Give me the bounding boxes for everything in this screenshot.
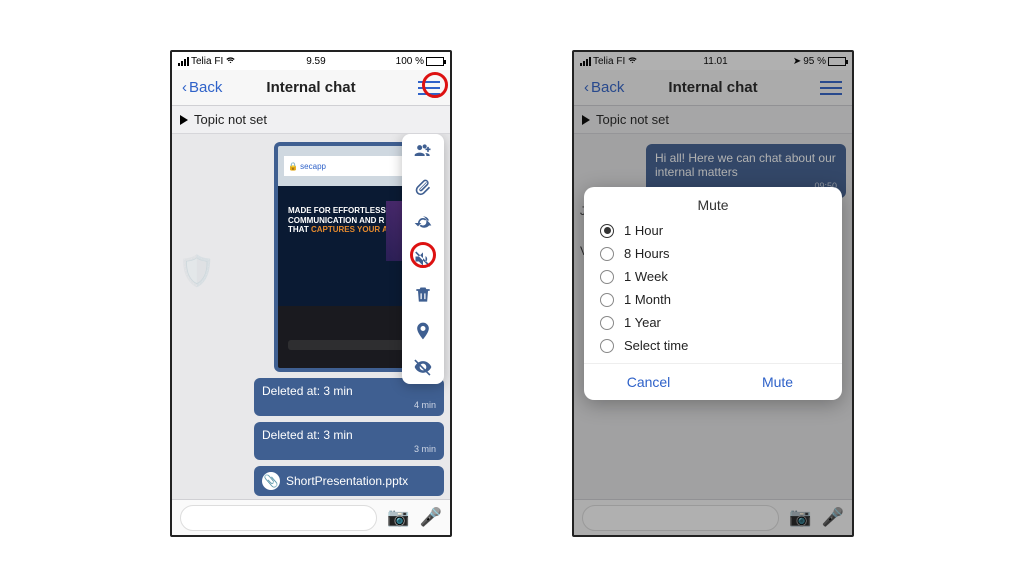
battery-text: 100 %: [396, 56, 424, 67]
topic-bar[interactable]: Topic not set: [172, 106, 450, 134]
option-1-week[interactable]: 1 Week: [584, 265, 842, 288]
delete-icon[interactable]: [412, 284, 434, 306]
phone-left: Telia FI 9.59 100 % ‹ Back Internal chat…: [170, 50, 452, 537]
option-1-year[interactable]: 1 Year: [584, 311, 842, 334]
dialog-buttons: Cancel Mute: [584, 363, 842, 400]
camera-icon[interactable]: 📷: [387, 507, 409, 528]
location-icon[interactable]: [412, 320, 434, 342]
paperclip-icon: 📎: [262, 472, 280, 490]
option-select-time[interactable]: Select time: [584, 334, 842, 357]
option-8-hours[interactable]: 8 Hours: [584, 242, 842, 265]
status-left: Telia FI: [178, 54, 236, 68]
dialog-title: Mute: [584, 197, 842, 213]
mute-dialog: Mute 1 Hour 8 Hours 1 Week 1 Month 1 Yea…: [584, 187, 842, 400]
deleted-text: Deleted at: 3 min: [262, 428, 353, 442]
message-timestamp: 2 min: [178, 498, 440, 499]
option-label: 1 Hour: [624, 223, 663, 238]
battery-icon: [426, 57, 444, 66]
radio-icon: [600, 224, 614, 238]
status-right: 100 %: [396, 56, 444, 67]
hide-icon[interactable]: [412, 356, 434, 378]
back-label: Back: [189, 79, 222, 96]
carrier-label: Telia FI: [191, 56, 223, 67]
add-users-icon[interactable]: [412, 140, 434, 162]
mute-button[interactable]: Mute: [713, 364, 842, 400]
option-label: Select time: [624, 338, 688, 353]
chevron-left-icon: ‹: [182, 79, 187, 96]
option-1-month[interactable]: 1 Month: [584, 288, 842, 311]
radio-icon: [600, 339, 614, 353]
option-label: 1 Week: [624, 269, 668, 284]
image-headline: MADE FOR EFFORTLESS ALCOMMUNICATION AND …: [288, 206, 398, 235]
signal-icon: [178, 57, 189, 66]
deleted-message-2[interactable]: Deleted at: 3 min 3 min: [254, 422, 444, 460]
option-1-hour[interactable]: 1 Hour: [584, 219, 842, 242]
mute-icon[interactable]: [412, 248, 434, 270]
chat-body: 🛡️ 🔒 secapp MADE FOR EFFORTLESS ALCOMMUN…: [172, 134, 450, 499]
deleted-text: Deleted at: 3 min: [262, 384, 353, 398]
option-label: 1 Month: [624, 292, 671, 307]
microphone-icon[interactable]: 🎤: [420, 507, 442, 528]
watermark-icon: 🛡️: [178, 254, 215, 289]
file-message[interactable]: 📎 ShortPresentation.pptx: [254, 466, 444, 496]
radio-icon: [600, 316, 614, 330]
radio-icon: [600, 270, 614, 284]
radio-icon: [600, 293, 614, 307]
topic-label: Topic not set: [194, 112, 267, 127]
phone-right: Telia FI 11.01 ➤ 95 % ‹ Back Internal ch…: [572, 50, 854, 537]
message-timestamp: 3 min: [262, 444, 436, 454]
radio-icon: [600, 247, 614, 261]
attachment-icon[interactable]: [412, 176, 434, 198]
back-button[interactable]: ‹ Back: [182, 79, 222, 96]
wifi-icon: [225, 54, 236, 68]
option-label: 8 Hours: [624, 246, 670, 261]
chat-menu-dropdown: [402, 134, 444, 384]
nav-bar: ‹ Back Internal chat: [172, 70, 450, 106]
input-bar: 📷 🎤: [172, 499, 450, 535]
refresh-icon[interactable]: [412, 212, 434, 234]
menu-button[interactable]: [418, 81, 440, 95]
clock-label: 9.59: [306, 56, 325, 67]
message-input[interactable]: [180, 505, 377, 531]
file-name: ShortPresentation.pptx: [286, 474, 436, 488]
option-label: 1 Year: [624, 315, 661, 330]
play-icon: [180, 115, 188, 125]
cancel-button[interactable]: Cancel: [584, 364, 713, 400]
status-bar: Telia FI 9.59 100 %: [172, 52, 450, 70]
message-timestamp: 4 min: [262, 400, 436, 410]
